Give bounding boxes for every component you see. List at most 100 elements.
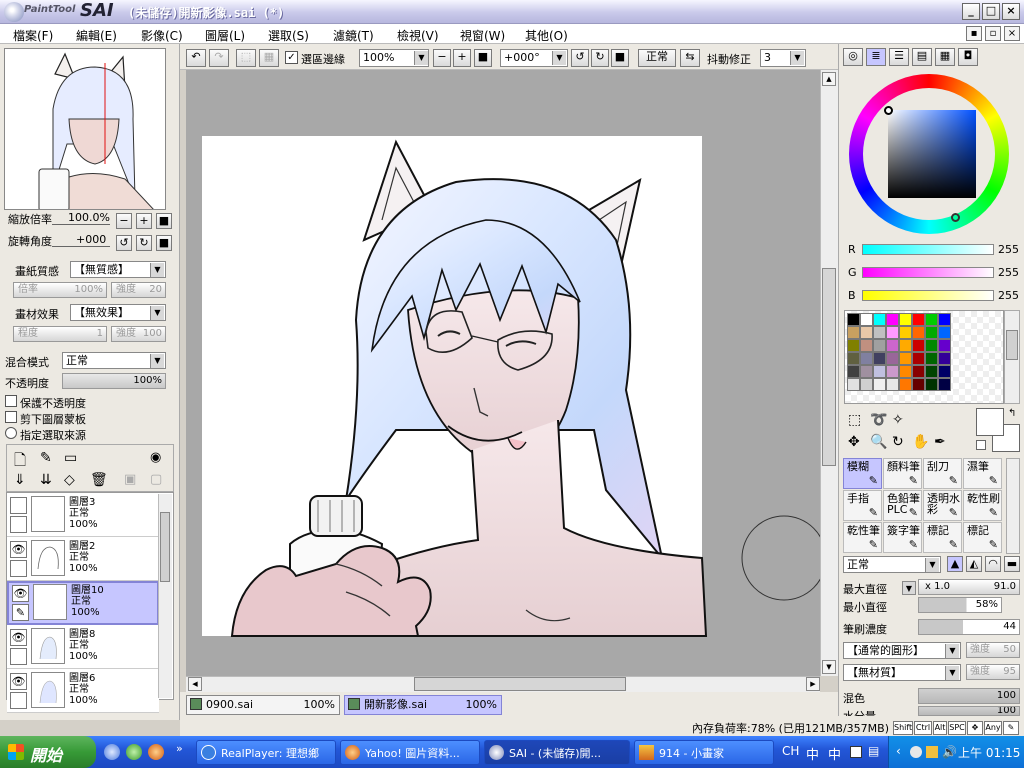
brush-tool[interactable]: 簽字筆 ✎ — [883, 522, 922, 553]
brush-texture-dropdown[interactable]: 【無材質】 — [843, 664, 961, 681]
merge-down-icon[interactable]: ⇊ — [40, 472, 52, 488]
color-swatch[interactable] — [938, 326, 951, 339]
color-swatch[interactable] — [912, 313, 925, 326]
blend-slider[interactable]: 100 — [918, 688, 1020, 704]
color-swatch[interactable] — [886, 365, 899, 378]
invert-selection-icon[interactable]: ▦ — [259, 49, 279, 67]
menu-other[interactable]: 其他(O) — [525, 27, 568, 44]
color-swatch[interactable] — [925, 352, 938, 365]
tray-network-icon[interactable] — [910, 746, 922, 758]
eye-icon[interactable]: 👁 — [10, 673, 27, 690]
color-swatch[interactable] — [860, 352, 873, 365]
menu-edit[interactable]: 編輯(E) — [76, 27, 117, 44]
color-swatch[interactable] — [938, 378, 951, 391]
new-folder-icon[interactable]: ▭ — [64, 450, 77, 466]
color-swatch[interactable] — [925, 365, 938, 378]
move-icon[interactable]: ✥ — [848, 434, 860, 450]
r-slider[interactable] — [862, 244, 994, 255]
color-swatch[interactable] — [899, 378, 912, 391]
task-yahoo[interactable]: Yahoo! 圖片資料... — [340, 740, 480, 765]
color-swatch[interactable] — [912, 352, 925, 365]
color-swatch[interactable] — [938, 313, 951, 326]
color-swatch[interactable] — [899, 326, 912, 339]
selection-edge-checkbox[interactable]: ✓ — [285, 51, 298, 64]
task-sai[interactable]: SAI - (未儲存)開... — [484, 740, 630, 765]
undo-icon[interactable]: ↶ — [186, 49, 206, 67]
clipping-checkbox[interactable] — [5, 411, 17, 423]
brush-tool[interactable]: 標記 ✎ — [963, 522, 1002, 553]
scroll-down-icon[interactable]: ▼ — [822, 660, 836, 674]
zoom-reset-icon[interactable]: ■ — [156, 213, 172, 229]
color-swatch[interactable] — [860, 326, 873, 339]
chevron-down-icon[interactable]: ▼ — [414, 51, 428, 65]
chevron-down-icon[interactable]: ▼ — [150, 354, 164, 368]
color-swatch[interactable] — [886, 313, 899, 326]
color-swatch[interactable] — [938, 339, 951, 352]
swap-colors-icon[interactable]: ↰ — [1008, 408, 1016, 419]
magic-wand-icon[interactable]: ✧ — [892, 412, 904, 428]
chevron-down-icon[interactable]: ▼ — [790, 51, 804, 65]
redo-icon[interactable]: ↷ — [209, 49, 229, 67]
color-swatch[interactable] — [860, 365, 873, 378]
color-swatch[interactable] — [847, 326, 860, 339]
rotate-reset-icon[interactable]: ■ — [611, 49, 629, 67]
edit-toggle[interactable] — [10, 648, 27, 665]
color-swatch[interactable] — [912, 378, 925, 391]
color-swatch[interactable] — [860, 339, 873, 352]
lasso-icon[interactable]: ➰ — [870, 412, 887, 428]
edge-medium-icon[interactable]: ◭ — [966, 556, 982, 572]
tray-expand-icon[interactable]: ‹ — [896, 744, 901, 758]
menu-window[interactable]: 視窗(W) — [460, 27, 505, 44]
brush-tool[interactable]: 手指 ✎ — [843, 490, 882, 521]
doc-close-button[interactable]: × — [1004, 26, 1020, 41]
density-slider[interactable]: 44 — [918, 619, 1020, 635]
chevron-down-icon[interactable]: ▼ — [945, 666, 959, 680]
color-swatches[interactable] — [844, 310, 1004, 404]
ime-toggle-icon[interactable] — [850, 746, 862, 758]
color-swatch[interactable] — [925, 378, 938, 391]
chevron-down-icon[interactable]: ▼ — [902, 581, 916, 595]
flip-horizontal-icon[interactable]: ⇆ — [680, 49, 700, 67]
menu-view[interactable]: 檢視(V) — [397, 27, 439, 44]
brush-icon[interactable]: ✎ — [12, 604, 29, 621]
layer-row[interactable]: 圖層3 正常 100% — [7, 493, 159, 537]
menu-image[interactable]: 影像(C) — [141, 27, 183, 44]
merge-visible-icon[interactable]: ▣ — [124, 472, 136, 487]
color-swatch[interactable] — [873, 365, 886, 378]
color-swatch[interactable] — [899, 352, 912, 365]
doc-minimize-button[interactable]: ▪ — [966, 26, 982, 41]
scratchpad-tab-icon[interactable]: ◘ — [958, 48, 978, 66]
brush-tool[interactable]: 濕筆 ✎ — [963, 458, 1002, 489]
rotate-icon[interactable]: ↻ — [892, 434, 904, 450]
quicklaunch-firefox-icon[interactable] — [148, 744, 164, 760]
chevron-down-icon[interactable]: ▼ — [925, 558, 939, 572]
zoom-out-icon[interactable]: − — [116, 213, 132, 229]
maximize-button[interactable]: □ — [982, 3, 1000, 20]
opacity-slider[interactable]: 100% — [62, 373, 166, 389]
eye-icon[interactable]: 👁 — [10, 541, 27, 558]
tray-volume-icon[interactable]: 🔊 — [942, 745, 957, 759]
vertical-scroll-thumb[interactable] — [822, 268, 836, 466]
tab-new-image[interactable]: 開新影像.sai 100% — [344, 695, 502, 715]
quicklaunch-green-icon[interactable] — [126, 744, 142, 760]
start-button[interactable]: 開始 — [0, 736, 96, 768]
water-slider[interactable]: 100 — [918, 706, 1020, 716]
zoom-slider-track[interactable] — [52, 224, 110, 225]
menu-select[interactable]: 選取(S) — [268, 27, 309, 44]
layer-row-selected[interactable]: 👁 ✎ 圖層10 正常 100% — [7, 581, 159, 625]
deselect-icon[interactable]: ⬚ — [236, 49, 256, 67]
b-slider[interactable] — [862, 290, 994, 301]
color-swatch[interactable] — [847, 313, 860, 326]
language-indicator[interactable]: CH — [782, 744, 799, 758]
zoom-icon[interactable]: 🔍 — [870, 434, 887, 450]
ime-menu-icon[interactable]: ▤ — [868, 744, 879, 758]
color-swatch[interactable] — [886, 339, 899, 352]
color-swatch[interactable] — [873, 339, 886, 352]
color-swatch[interactable] — [886, 352, 899, 365]
color-swatch[interactable] — [860, 378, 873, 391]
chevron-down-icon[interactable]: ▼ — [552, 51, 566, 65]
eyedropper-icon[interactable]: ✒ — [934, 434, 946, 450]
color-swatch[interactable] — [873, 378, 886, 391]
color-swatch[interactable] — [860, 313, 873, 326]
color-swatch[interactable] — [912, 326, 925, 339]
